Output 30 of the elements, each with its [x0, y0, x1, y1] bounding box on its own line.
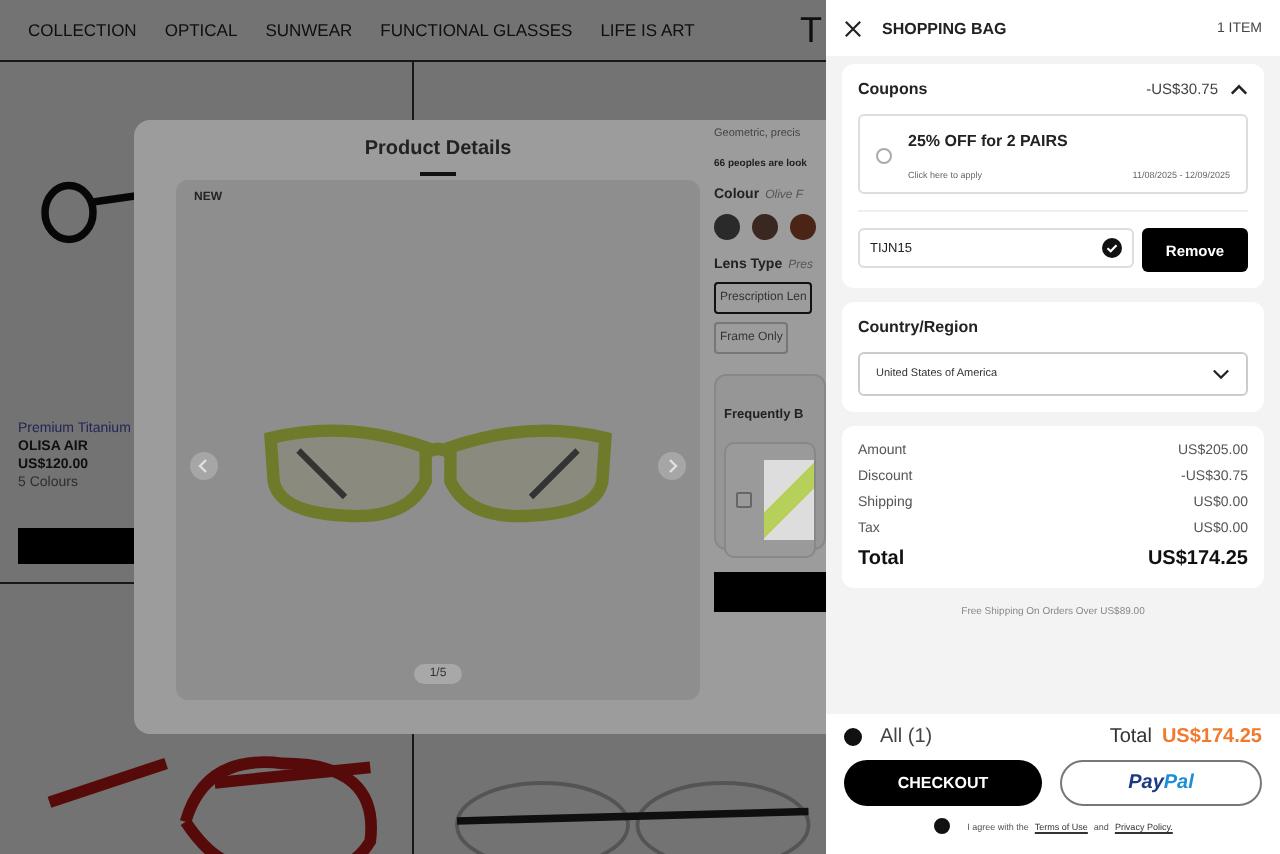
add-button[interactable] [18, 528, 138, 564]
paypal-button[interactable]: PayPal [1060, 760, 1262, 806]
panel-title: SHOPPING BAG [882, 19, 1007, 37]
nav-link[interactable]: SUNWEAR [265, 20, 353, 40]
nav-link[interactable]: LIFE IS ART [600, 20, 695, 40]
select-all-label: All (1) [880, 726, 933, 748]
nav-link[interactable]: COLLECTION [28, 20, 137, 40]
nav-link[interactable]: FUNCTIONAL GLASSES [380, 20, 573, 40]
checkout-button[interactable]: CHECKOUT [844, 760, 1042, 806]
checkbox[interactable] [933, 818, 950, 834]
photo-placeholder [764, 460, 814, 540]
region-label: Country/Region [858, 318, 980, 336]
chevron-down-icon[interactable] [1212, 368, 1230, 380]
checkbox[interactable] [844, 728, 862, 746]
colour-swatch[interactable] [790, 214, 816, 240]
nav-link[interactable]: OPTICAL [164, 20, 238, 40]
total-value: US$174.25 [1161, 726, 1262, 748]
caret-icon[interactable] [1230, 83, 1248, 95]
colour-swatch[interactable] [714, 214, 740, 240]
total-label: Total [858, 548, 905, 570]
coupons-label: Coupons [858, 80, 928, 98]
logo-text: T [800, 9, 822, 51]
close-icon[interactable] [844, 19, 862, 37]
modal-title: Product Details [364, 138, 512, 160]
radio-button[interactable] [876, 148, 892, 164]
checkbox[interactable] [736, 492, 752, 508]
total-label: Total [1109, 726, 1152, 748]
coupon-title: 25% OFF for 2 PAIRS [908, 132, 1070, 150]
colour-swatch[interactable] [752, 214, 778, 240]
total-value: US$174.25 [1147, 548, 1248, 570]
